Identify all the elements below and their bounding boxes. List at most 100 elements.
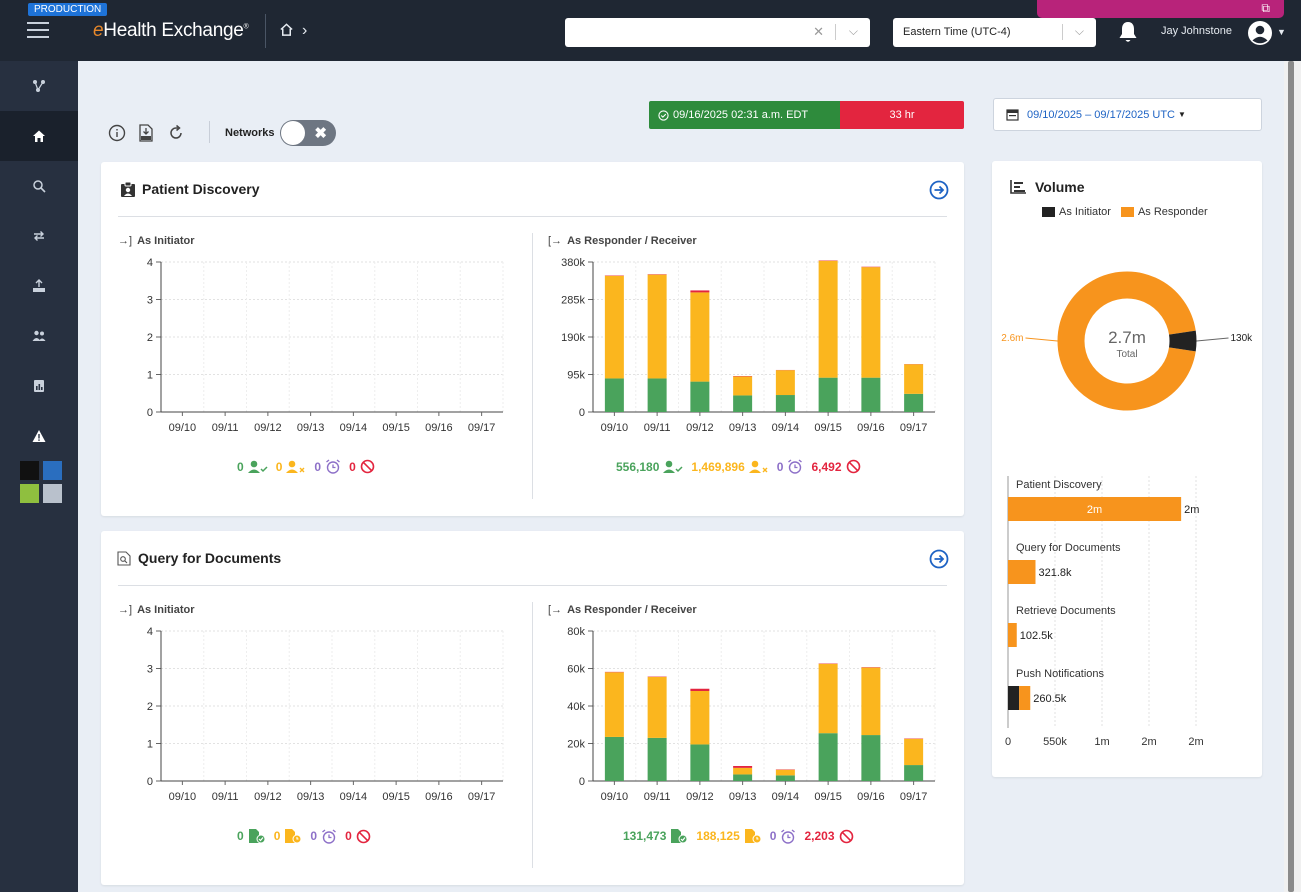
category-label: Query for Documents (1016, 542, 1121, 554)
select-separator (835, 24, 836, 40)
bar (818, 663, 838, 734)
nav-search[interactable] (0, 161, 78, 211)
initiator-heading-text: As Initiator (137, 604, 195, 616)
networks-toggle[interactable]: ✖ (280, 120, 336, 146)
popout-tab[interactable]: ⧉ (1037, 0, 1284, 18)
sign-out-icon: [→ (548, 604, 563, 616)
app-logo[interactable]: eHealth Exchange® (93, 20, 249, 42)
timezone-select[interactable]: Eastern Time (UTC-4) ⌵ (893, 18, 1096, 47)
date-range-picker[interactable]: 09/10/2025 – 09/17/2025 UTC ▼ (993, 98, 1262, 131)
x-tick-label: 1m (1094, 736, 1109, 748)
arrow-circle-right-icon[interactable] (929, 180, 949, 200)
bar (604, 378, 624, 412)
bar (818, 377, 838, 412)
info-icon[interactable] (108, 124, 126, 142)
x-tick-label: 09/16 (857, 422, 885, 434)
pd-responder-counts: 556,180 1,469,896 0 6,492 (616, 459, 869, 474)
x-tick-label: 09/12 (254, 791, 282, 803)
bar (904, 765, 924, 781)
responder-heading-text: As Responder / Receiver (567, 604, 697, 616)
category-label: Push Notifications (1016, 668, 1105, 680)
logo-prefix: e (93, 20, 104, 41)
y-tick-label: 2 (147, 701, 153, 713)
bar (775, 769, 795, 776)
x-tick-label: 09/15 (382, 422, 410, 434)
volume-title: Volume (1010, 179, 1085, 195)
card-divider (118, 585, 947, 586)
nav-reports[interactable] (0, 361, 78, 411)
menu-icon[interactable] (27, 22, 49, 40)
category-label: Patient Discovery (1016, 479, 1102, 491)
y-tick-label: 380k (561, 257, 585, 269)
x-tick-label: 09/13 (297, 791, 325, 803)
patient-discovery-title: Patient Discovery (142, 181, 260, 197)
user-name[interactable]: Jay Johnstone (1161, 25, 1232, 37)
pending-count: 1,469,896 (691, 459, 745, 474)
document-search-icon (117, 550, 131, 566)
arrow-circle-right-icon[interactable] (929, 549, 949, 569)
x-tick-label: 09/16 (425, 422, 453, 434)
bar-chart-icon (1010, 180, 1026, 194)
scrollbar[interactable] (1284, 61, 1301, 892)
y-tick-label: 2 (147, 332, 153, 344)
bar (690, 292, 710, 382)
bar (647, 676, 667, 738)
chevron-down-icon[interactable]: ⌵ (1075, 24, 1084, 39)
initiator-heading: →] As Initiator (118, 604, 195, 616)
slice-label: 2.6m (1001, 333, 1023, 344)
nav-alerts[interactable] (0, 411, 78, 461)
x-tick-label: 0 (1005, 736, 1011, 748)
sign-out-icon: [→ (548, 235, 563, 247)
pending-count: 188,125 (696, 829, 740, 843)
logo-mark: ® (243, 23, 249, 31)
volume-title-text: Volume (1035, 179, 1085, 195)
bar (647, 378, 667, 412)
success-count: 131,473 (623, 829, 667, 843)
nav-home[interactable] (0, 111, 78, 161)
ban-icon (846, 459, 860, 474)
calendar-icon (1006, 109, 1019, 121)
y-tick-label: 1 (147, 370, 153, 382)
nav-upload[interactable] (0, 261, 78, 311)
bar (690, 688, 710, 691)
refresh-icon[interactable] (167, 124, 185, 142)
x-tick-label: 09/10 (169, 791, 197, 803)
x-tick-label: 09/13 (729, 422, 757, 434)
csv-download-icon[interactable] (137, 124, 155, 142)
nav-network[interactable] (0, 61, 78, 111)
y-tick-label: 4 (147, 257, 153, 269)
breadcrumb[interactable]: › (279, 22, 307, 40)
bar (904, 738, 924, 766)
chevron-down-icon[interactable]: ⌵ (849, 24, 858, 39)
y-tick-label: 0 (147, 407, 153, 419)
donut-total-value: 2.7m (1108, 328, 1146, 347)
donut-slice (1168, 330, 1197, 352)
app-tiles-icon[interactable] (20, 461, 62, 503)
user-avatar-icon[interactable] (1248, 21, 1272, 45)
timeout-count: 0 (310, 829, 318, 843)
pd-responder-chart: 0 95k 190k 285k 380k 09/10 09/11 09/12 09/13 09/1… (561, 257, 936, 434)
user-check-icon (663, 460, 683, 473)
caret-down-icon[interactable]: ▼ (1277, 27, 1286, 37)
bar (861, 377, 881, 412)
nav-transactions[interactable] (0, 211, 78, 261)
y-tick-label: 95k (567, 370, 585, 382)
volume-donut-chart: 2.6m 130k 2.7m Total (1001, 271, 1254, 411)
error-count: 2,203 (804, 829, 835, 843)
sync-lag-status: 33 hr (840, 101, 964, 129)
bar (861, 667, 881, 736)
slice-label: 130k (1231, 333, 1254, 344)
bar (647, 274, 667, 379)
bell-icon[interactable] (1117, 20, 1139, 44)
search-select[interactable]: ✕ ⌵ (565, 18, 870, 47)
success-count: 0 (237, 829, 244, 843)
x-tick-label: 09/10 (169, 422, 197, 434)
x-tick-label: 09/16 (425, 791, 453, 803)
x-tick-label: 09/11 (212, 791, 239, 803)
y-tick-label: 60k (567, 664, 585, 676)
y-tick-label: 190k (561, 332, 585, 344)
qd-initiator-counts: 0 0 0 0 (237, 828, 379, 844)
bar-value-label: 260.5k (1033, 693, 1067, 705)
clear-icon[interactable]: ✕ (813, 24, 824, 40)
nav-users[interactable] (0, 311, 78, 361)
